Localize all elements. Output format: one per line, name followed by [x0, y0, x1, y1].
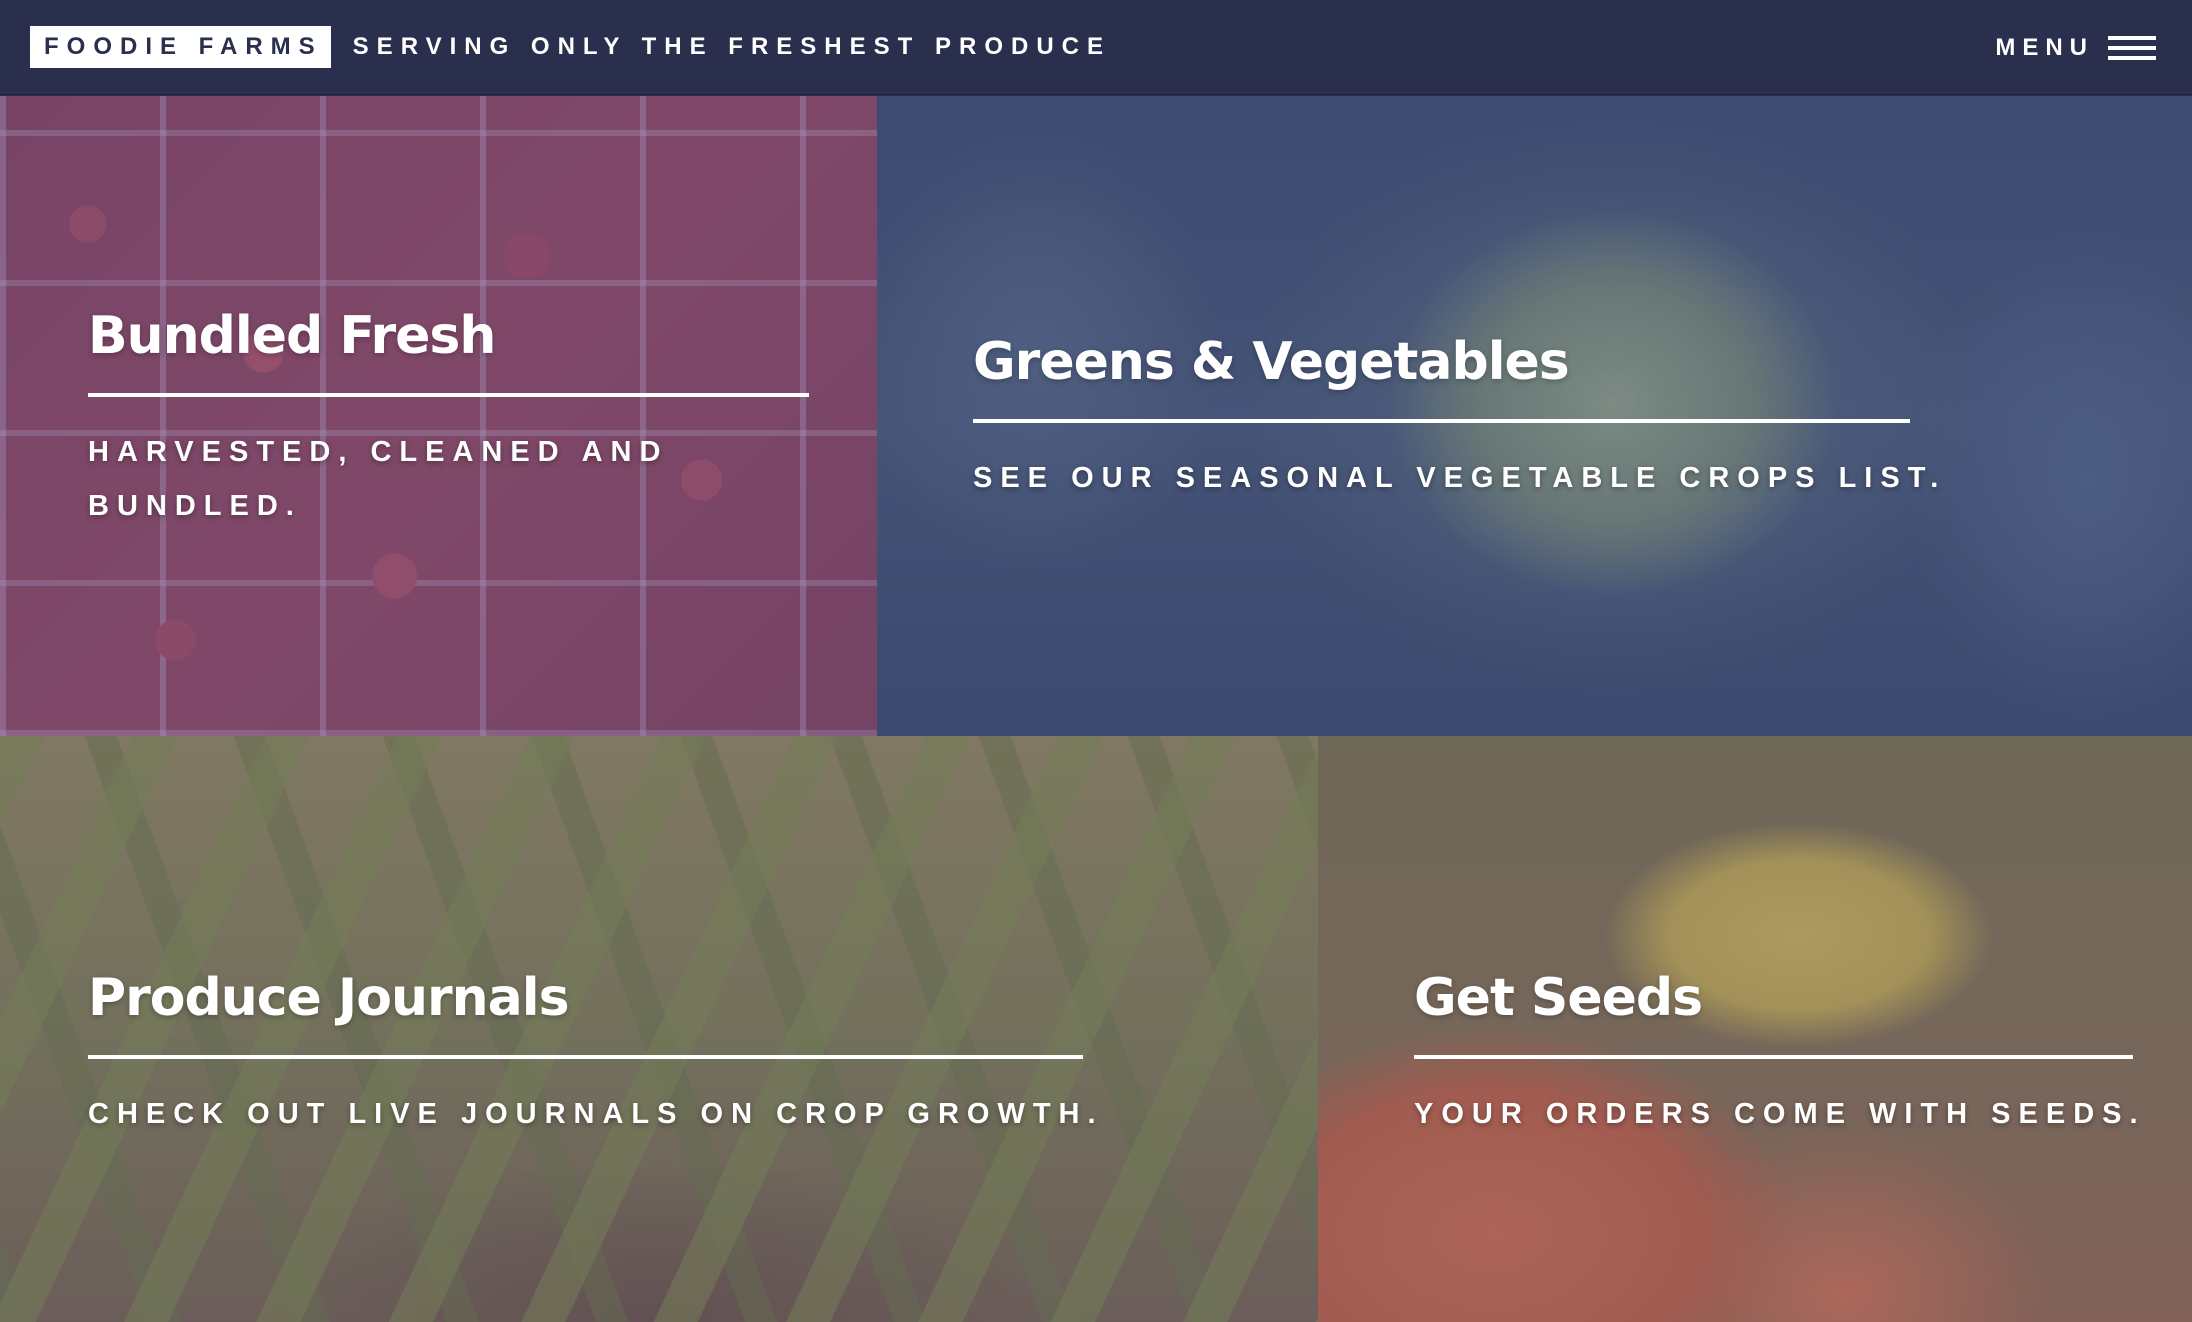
tile-title[interactable]: Bundled Fresh — [88, 307, 809, 365]
site-logo[interactable]: FOODIE FARMS — [30, 26, 331, 68]
tile-produce-journals[interactable]: Produce Journals CHECK OUT LIVE JOURNALS… — [0, 736, 1318, 1322]
tile-subtitle: HARVESTED, CLEANED AND BUNDLED. — [88, 436, 669, 523]
tile-divider — [88, 393, 809, 398]
tile-get-seeds[interactable]: Get Seeds YOUR ORDERS COME WITH SEEDS. — [1318, 736, 2192, 1322]
top-navigation-bar: FOODIE FARMS SERVING ONLY THE FRESHEST P… — [0, 0, 2192, 95]
tile-title[interactable]: Get Seeds — [1414, 969, 2146, 1027]
hamburger-icon[interactable] — [2108, 35, 2156, 61]
tile-bundled-fresh[interactable]: Bundled Fresh HARVESTED, CLEANED AND BUN… — [0, 96, 877, 736]
menu-button[interactable]: MENU — [1995, 0, 2156, 95]
tile-divider — [1414, 1055, 2133, 1060]
menu-label: MENU — [1995, 33, 2094, 61]
tile-title[interactable]: Produce Journals — [88, 969, 1104, 1027]
tile-subtitle: SEE OUR SEASONAL VEGETABLE CROPS LIST. — [973, 462, 1947, 495]
tile-greens-vegetables[interactable]: Greens & Vegetables SEE OUR SEASONAL VEG… — [877, 96, 2192, 736]
tile-content: Get Seeds YOUR ORDERS COME WITH SEEDS. — [1414, 969, 2146, 1141]
tile-divider — [973, 419, 1910, 424]
tile-subtitle: CHECK OUT LIVE JOURNALS ON CROP GROWTH. — [88, 1098, 1104, 1131]
tile-content: Bundled Fresh HARVESTED, CLEANED AND BUN… — [88, 307, 809, 533]
tile-content: Greens & Vegetables SEE OUR SEASONAL VEG… — [973, 333, 1947, 505]
tile-content: Produce Journals CHECK OUT LIVE JOURNALS… — [88, 969, 1104, 1141]
site-tagline: SERVING ONLY THE FRESHEST PRODUCE — [352, 33, 1111, 60]
tile-subtitle: YOUR ORDERS COME WITH SEEDS. — [1414, 1098, 2146, 1131]
tile-divider — [88, 1055, 1083, 1060]
tile-title[interactable]: Greens & Vegetables — [973, 333, 1946, 391]
